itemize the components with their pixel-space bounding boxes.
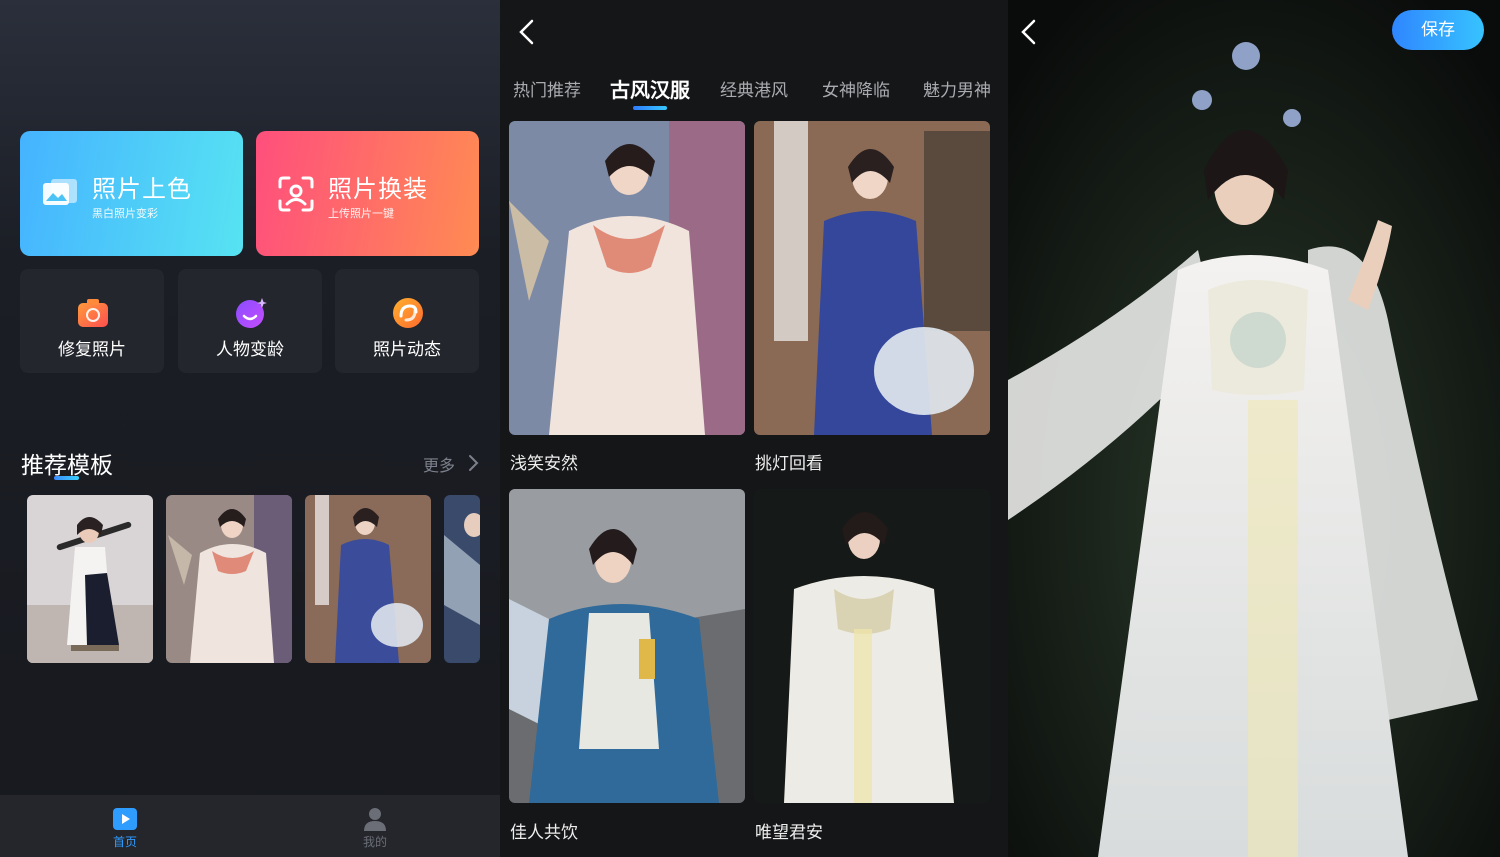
age-sparkle-icon <box>236 298 267 328</box>
home-play-icon <box>113 808 137 830</box>
template-image <box>509 489 745 803</box>
photo-colorize-card[interactable]: 照片上色 黑白照片变彩 <box>20 131 243 256</box>
template-card[interactable] <box>754 121 990 435</box>
chevron-right-icon[interactable] <box>467 454 479 472</box>
template-caption: 浅笑安然 <box>510 454 578 474</box>
face-scan-icon <box>278 176 314 212</box>
active-tab-indicator <box>633 106 667 110</box>
photo-motion-label: 照片动态 <box>373 340 441 360</box>
photo-colorize-subtitle: 黑白照片变彩 <box>92 207 158 220</box>
tab-home[interactable]: 首页 <box>75 795 175 857</box>
tab-mine[interactable]: 我的 <box>325 795 425 857</box>
more-link[interactable]: 更多 <box>423 452 455 476</box>
save-button[interactable]: 保存 <box>1392 10 1484 50</box>
tab-hk-style[interactable]: 经典港风 <box>720 76 788 101</box>
template-card[interactable] <box>509 121 745 435</box>
template-caption: 挑灯回看 <box>755 454 823 474</box>
template-card[interactable] <box>754 489 990 803</box>
tab-hot[interactable]: 热门推荐 <box>513 76 581 101</box>
user-icon <box>364 808 386 831</box>
back-icon[interactable] <box>1018 18 1040 46</box>
tab-male-idol[interactable]: 魅力男神 <box>923 76 991 101</box>
template-image <box>305 495 431 663</box>
result-screen: 保存 <box>1008 0 1500 857</box>
photo-colorize-title: 照片上色 <box>92 175 192 203</box>
tab-mine-label: 我的 <box>362 835 387 849</box>
template-image <box>754 121 990 435</box>
tab-ancient-hanfu[interactable]: 古风汉服 <box>610 74 690 103</box>
back-icon[interactable] <box>516 18 538 46</box>
template-image <box>754 489 990 803</box>
template-caption: 唯望君安 <box>755 823 823 843</box>
template-image <box>444 495 480 663</box>
template-card[interactable] <box>509 489 745 803</box>
result-photo <box>1008 0 1500 857</box>
swirl-icon <box>393 298 423 328</box>
photo-motion-button[interactable]: 照片动态 <box>335 269 479 373</box>
template-image <box>509 121 745 435</box>
template-thumbnail[interactable] <box>166 495 292 663</box>
repair-photo-button[interactable]: 修复照片 <box>20 269 164 373</box>
repair-photo-label: 修复照片 <box>58 340 126 360</box>
template-image <box>27 495 153 663</box>
tab-home-label: 首页 <box>112 835 137 849</box>
template-thumbnail[interactable] <box>27 495 153 663</box>
template-gallery-screen: 热门推荐 古风汉服 经典港风 女神降临 魅力男神 浅笑安然 挑灯回看 佳人共饮 … <box>500 0 1008 857</box>
tab-goddess[interactable]: 女神降临 <box>822 76 890 101</box>
camera-icon <box>78 299 108 327</box>
recommend-underline <box>54 476 79 480</box>
photo-outfit-title: 照片换装 <box>328 175 428 203</box>
bottom-tab-bar: 首页 我的 <box>0 795 500 857</box>
age-change-button[interactable]: 人物变龄 <box>178 269 322 373</box>
photo-outfit-subtitle: 上传照片一键 <box>328 207 394 220</box>
template-image <box>166 495 292 663</box>
template-thumbnail[interactable] <box>444 495 480 663</box>
home-screen: 照片上色 黑白照片变彩 照片换装 上传照片一键 修复照片 人物变龄 照片动态 推… <box>0 0 500 857</box>
age-change-label: 人物变龄 <box>216 340 284 360</box>
recommend-title: 推荐模板 <box>21 453 113 479</box>
photo-icon <box>43 179 77 205</box>
photo-outfit-card[interactable]: 照片换装 上传照片一键 <box>256 131 479 256</box>
template-caption: 佳人共饮 <box>510 823 578 843</box>
template-thumbnail[interactable] <box>305 495 431 663</box>
